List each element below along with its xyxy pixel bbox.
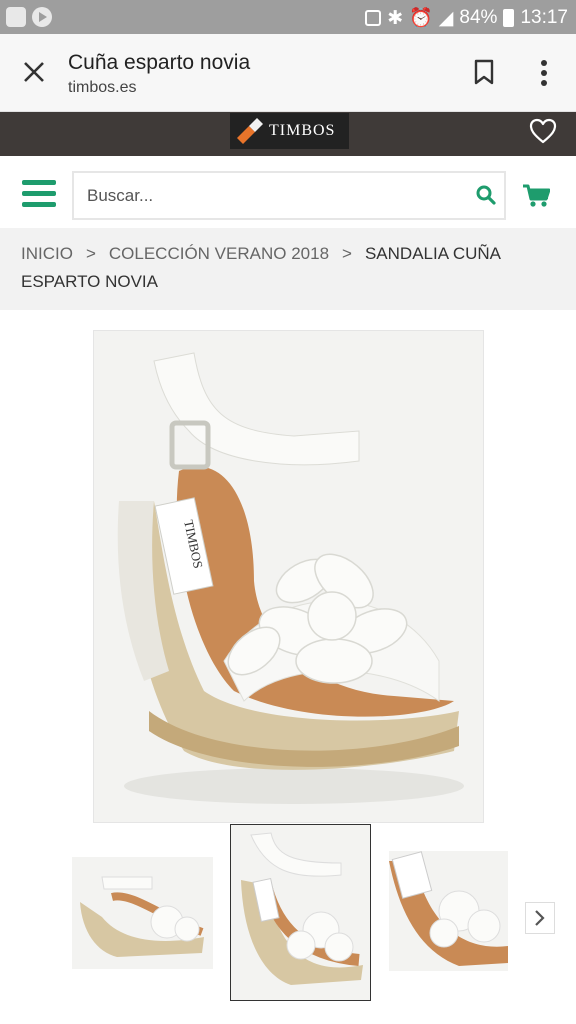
clock: 13:17 bbox=[520, 7, 568, 28]
thumbnail-strip bbox=[0, 823, 576, 1013]
thumbnail-2-image bbox=[231, 825, 370, 1000]
thumbnail-3[interactable] bbox=[389, 851, 508, 971]
gallery-notification-icon bbox=[6, 7, 26, 27]
battery-icon bbox=[503, 9, 515, 27]
wifi-signal-icon: ◢ bbox=[438, 7, 454, 29]
thumbnail-2-selected[interactable] bbox=[230, 824, 371, 1001]
thumbnail-3-image bbox=[389, 851, 508, 971]
breadcrumb-separator: > bbox=[85, 244, 96, 263]
search-box bbox=[72, 171, 506, 220]
battery-percent: 84% bbox=[459, 7, 498, 28]
alarm-icon: ⏰ bbox=[409, 8, 433, 29]
logo-mark-icon bbox=[237, 118, 263, 144]
next-thumbnail-button[interactable] bbox=[525, 902, 555, 934]
close-icon[interactable] bbox=[22, 60, 46, 84]
play-notification-icon bbox=[32, 7, 52, 27]
page-domain: timbos.es bbox=[68, 79, 137, 96]
page-title: Cuña esparto novia bbox=[68, 51, 251, 74]
sandal-illustration: TIMBOS bbox=[94, 331, 483, 822]
bookmark-icon[interactable] bbox=[473, 59, 495, 85]
timbos-logo[interactable]: TIMBOS bbox=[230, 113, 349, 149]
breadcrumb-separator: > bbox=[342, 244, 352, 263]
search-input[interactable] bbox=[74, 173, 454, 218]
wishlist-heart-icon[interactable] bbox=[529, 118, 557, 144]
status-bar: ✱ ⏰ ◢ 84% 13:17 bbox=[0, 0, 576, 34]
thumbnail-1-image bbox=[72, 857, 213, 969]
cart-icon[interactable] bbox=[522, 184, 550, 208]
breadcrumb-link-coleccion[interactable]: COLECCIÓN VERANO 2018 bbox=[109, 244, 329, 263]
lock-icon bbox=[365, 10, 382, 26]
breadcrumb-link-inicio[interactable]: INICIO bbox=[21, 244, 73, 263]
bluetooth-icon: ✱ bbox=[387, 7, 404, 29]
search-icon[interactable] bbox=[476, 185, 496, 205]
thumbnail-1[interactable] bbox=[72, 857, 213, 969]
hamburger-menu-icon[interactable] bbox=[22, 180, 56, 208]
chevron-right-icon bbox=[535, 910, 545, 926]
brand-bar: TIMBOS bbox=[0, 112, 576, 156]
custom-tab-toolbar: Cuña esparto novia timbos.es bbox=[0, 34, 576, 112]
search-row bbox=[0, 156, 576, 228]
breadcrumb: INICIO > COLECCIÓN VERANO 2018 > SANDALIA CU… bbox=[0, 228, 576, 310]
more-options-icon[interactable] bbox=[538, 59, 550, 87]
product-main-image[interactable]: TIMBOS bbox=[93, 330, 484, 823]
logo-text: TIMBOS bbox=[269, 122, 336, 139]
